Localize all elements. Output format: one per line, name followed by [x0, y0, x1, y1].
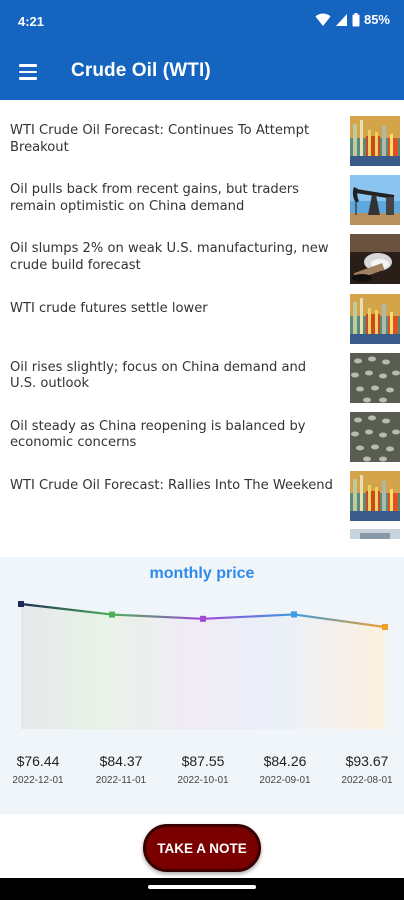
news-title: WTI crude futures settle lower: [10, 300, 208, 316]
price-row: $76.44 2022-12-01 $84.37 2022-11-01 $87.55 20…: [0, 753, 404, 793]
news-title: Oil rises slightly; focus on China deman…: [10, 359, 307, 392]
news-title: WTI Crude Oil Forecast: Continues To Att…: [10, 123, 310, 155]
news-item[interactable]: WTI Crude Oil Forecast: Rallies Into The…: [0, 468, 404, 527]
pumpjack-thumbnail-icon: [350, 175, 400, 226]
hamburger-menu-icon[interactable]: [12, 56, 44, 88]
take-a-note-button[interactable]: TAKE A NOTE: [143, 824, 261, 872]
price-value: $84.26: [263, 753, 307, 769]
news-title: Oil pulls back from recent gains, but tr…: [10, 182, 299, 214]
data-point: [109, 611, 115, 618]
storage-tanks-thumbnail-icon: [350, 411, 400, 462]
news-item[interactable]: WTI Crude Oil Forecast: Continues To Att…: [0, 113, 404, 172]
app-bar: Crude Oil (WTI): [0, 44, 404, 100]
storage-tanks-thumbnail-icon: [350, 352, 400, 403]
news-title: WTI Crude Oil Forecast: Rallies Into The…: [10, 478, 333, 494]
news-item[interactable]: [0, 527, 404, 540]
price-label: $84.37 2022-11-01: [81, 753, 161, 786]
status-icons: 85%: [315, 12, 390, 27]
cell-signal-icon: [335, 13, 347, 26]
news-item[interactable]: Oil slumps 2% on weak U.S. manufacturing…: [0, 231, 404, 290]
price-date: 2022-11-01: [95, 775, 147, 786]
chart-area: [21, 604, 385, 729]
battery-icon: [352, 12, 360, 26]
refinery-thumbnail-icon: [350, 471, 400, 522]
data-point: [200, 615, 206, 622]
monthly-price-chart: monthly price $76.44 2022-12-01 $84.37 2022…: [0, 557, 404, 814]
news-item[interactable]: Oil pulls back from recent gains, but tr…: [0, 172, 404, 231]
price-label: $76.44 2022-12-01: [0, 753, 78, 786]
price-date: 2022-12-01: [12, 775, 64, 786]
price-label: $87.55 2022-10-01: [163, 753, 243, 786]
data-point: [18, 601, 24, 607]
price-date: 2022-08-01: [341, 775, 393, 786]
refinery-thumbnail-icon: [350, 116, 400, 166]
home-gesture-handle[interactable]: [148, 885, 256, 889]
chart-plot: [18, 601, 388, 729]
navigation-bar: [0, 878, 404, 900]
news-title: Oil steady as China reopening is balance…: [10, 418, 306, 451]
page-title: Crude Oil (WTI): [71, 60, 211, 81]
data-point: [382, 624, 388, 630]
wifi-icon: [315, 13, 331, 26]
price-date: 2022-09-01: [259, 775, 311, 786]
price-value: $93.67: [345, 753, 389, 769]
news-list[interactable]: WTI Crude Oil Forecast: Continues To Att…: [0, 113, 404, 541]
status-time: 4:21: [18, 14, 45, 29]
data-point: [291, 611, 297, 618]
news-thumbnail-icon: [350, 529, 400, 540]
oil-spill-thumbnail-icon: [350, 234, 400, 285]
news-item[interactable]: Oil steady as China reopening is balance…: [0, 409, 404, 468]
price-label: $93.67 2022-08-01: [327, 753, 404, 786]
price-date: 2022-10-01: [177, 775, 229, 786]
battery-percent: 85%: [363, 12, 390, 27]
news-title: Oil slumps 2% on weak U.S. manufacturing…: [10, 241, 329, 273]
price-label: $84.26 2022-09-01: [245, 753, 325, 786]
price-value: $87.55: [181, 753, 225, 769]
status-bar: 4:21 85%: [0, 0, 404, 44]
news-item[interactable]: WTI crude futures settle lower: [0, 291, 404, 350]
news-item[interactable]: Oil rises slightly; focus on China deman…: [0, 350, 404, 409]
price-value: $84.37: [99, 753, 143, 769]
price-value: $76.44: [16, 753, 60, 769]
refinery-thumbnail-icon: [350, 293, 400, 344]
